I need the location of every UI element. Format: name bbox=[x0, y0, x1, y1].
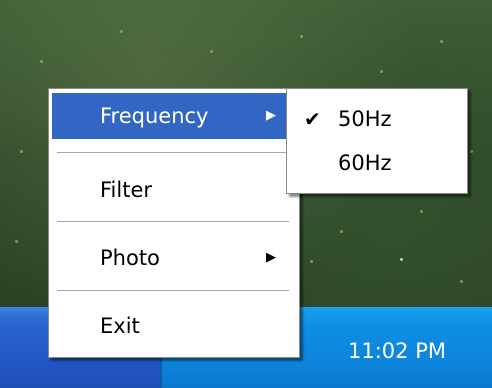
menu-item-label: Filter bbox=[100, 178, 153, 202]
menu-item-exit[interactable]: Exit bbox=[52, 303, 294, 349]
submenu-item-label: 60Hz bbox=[338, 151, 392, 175]
menu-separator bbox=[57, 290, 289, 292]
menu-item-label: Photo bbox=[100, 246, 160, 270]
taskbar-clock[interactable]: 11:02 PM bbox=[348, 339, 446, 363]
menu-item-label: Frequency bbox=[100, 104, 209, 128]
submenu-arrow-icon: ▶ bbox=[266, 250, 276, 265]
menu-separator bbox=[57, 152, 289, 154]
menu-item-photo[interactable]: Photo ▶ bbox=[52, 235, 294, 281]
submenu-arrow-icon: ▶ bbox=[266, 108, 276, 123]
context-menu: Frequency ▶ Filter Photo ▶ Exit bbox=[48, 88, 300, 358]
checkmark-icon: ✔ bbox=[304, 107, 321, 131]
submenu-item-label: 50Hz bbox=[338, 107, 392, 131]
submenu-item-50hz[interactable]: ✔ 50Hz bbox=[290, 97, 464, 141]
frequency-submenu: ✔ 50Hz 60Hz bbox=[286, 88, 468, 194]
submenu-item-60hz[interactable]: 60Hz bbox=[290, 141, 464, 185]
menu-item-filter[interactable]: Filter bbox=[52, 167, 294, 213]
menu-item-label: Exit bbox=[100, 314, 140, 338]
menu-item-frequency[interactable]: Frequency ▶ bbox=[52, 93, 294, 139]
menu-separator bbox=[57, 221, 289, 223]
